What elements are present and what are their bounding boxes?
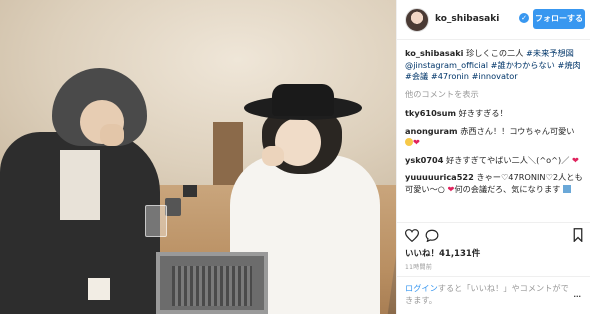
hashtag-link[interactable]: #誰かわからない bbox=[491, 60, 555, 70]
list-item: tky610sum 好きすぎる！ bbox=[405, 108, 585, 120]
heart-emoji-icon: ❤ bbox=[413, 137, 420, 147]
comment-icon[interactable] bbox=[425, 229, 439, 242]
photo-box bbox=[183, 185, 197, 197]
hashtag-link[interactable]: #焼肉 bbox=[557, 60, 580, 70]
comment-text: 赤西さん！！コウちゃん可愛い bbox=[457, 125, 575, 136]
caption: ko_shibasaki 珍しくこの二人 #未来予想図 @jinstagram_… bbox=[405, 48, 585, 83]
comment-text: 好きすぎる！ bbox=[456, 108, 508, 118]
person-right-hat-crown bbox=[272, 84, 334, 116]
header-username[interactable]: ko_shibasaki bbox=[435, 14, 499, 24]
comment-username[interactable]: ysk0704 bbox=[405, 155, 443, 165]
mention-link[interactable]: @jinstagram_official bbox=[405, 60, 488, 70]
caption-text: 珍しくこの二人 bbox=[463, 48, 524, 58]
hashtag-link[interactable]: #未来予想図 bbox=[526, 48, 574, 58]
list-item: anonguram 赤西さん！！コウちゃん可愛い ❤ bbox=[405, 126, 585, 149]
person-left-shirt bbox=[60, 150, 100, 220]
image-emoji-icon bbox=[562, 184, 571, 193]
photo-grill-grate bbox=[172, 266, 252, 306]
more-options-icon[interactable]: ... bbox=[573, 287, 581, 300]
like-count[interactable]: いいね！41,131件 bbox=[405, 247, 480, 259]
more-comments-link[interactable]: 他のコメントを表示 bbox=[405, 89, 585, 101]
login-footer: ログインすると「いいね！」やコメントができます。 ... bbox=[397, 276, 590, 314]
hashtag-link[interactable]: #innovator bbox=[472, 71, 518, 81]
hashtag-link[interactable]: #47ronin bbox=[431, 71, 469, 81]
heart-emoji-icon: ❤ bbox=[572, 154, 579, 165]
login-prompt: ログインすると「いいね！」やコメントができます。 bbox=[405, 283, 571, 306]
comment-username[interactable]: tky610sum bbox=[405, 108, 456, 118]
bookmark-icon[interactable] bbox=[573, 228, 583, 242]
post-photo[interactable] bbox=[0, 0, 396, 314]
timestamp: 11時間前 bbox=[405, 264, 433, 271]
heart-icon[interactable] bbox=[405, 229, 419, 242]
comment-text: 好きすぎてやばい二人＼(^o^)／ bbox=[443, 154, 570, 165]
comment-text-continued: 何の会議だろ、気になります bbox=[454, 183, 561, 194]
post-header: ko_shibasaki ✓ フォローする bbox=[397, 0, 590, 40]
post-sidebar: ko_shibasaki ✓ フォローする ko_shibasaki 珍しくこの… bbox=[396, 0, 590, 314]
login-link[interactable]: ログイン bbox=[405, 283, 438, 293]
hashtag-link[interactable]: #会議 bbox=[405, 71, 428, 81]
caption-username[interactable]: ko_shibasaki bbox=[405, 48, 464, 58]
person-left-hand bbox=[100, 124, 124, 146]
comment-username[interactable]: anonguram bbox=[405, 126, 458, 136]
follow-button[interactable]: フォローする bbox=[533, 9, 585, 29]
comments-list: ko_shibasaki 珍しくこの二人 #未来予想図 @jinstagram_… bbox=[405, 48, 585, 201]
post-actions bbox=[397, 222, 590, 246]
verified-icon: ✓ bbox=[519, 13, 529, 23]
smile-emoji-icon bbox=[405, 138, 413, 146]
photo-napkin bbox=[88, 278, 110, 300]
avatar[interactable] bbox=[405, 8, 429, 32]
person-right-hand bbox=[262, 146, 284, 166]
photo-glass bbox=[145, 205, 167, 237]
photo-phone bbox=[165, 198, 181, 216]
list-item: yuuuuurica522 きゃー♡47RONIN♡2人とも可愛い〜○ ❤何の会… bbox=[405, 172, 585, 195]
comment-username[interactable]: yuuuuurica522 bbox=[405, 172, 474, 182]
list-item: ysk0704 好きすぎてやばい二人＼(^o^)／ ❤ bbox=[405, 155, 585, 167]
